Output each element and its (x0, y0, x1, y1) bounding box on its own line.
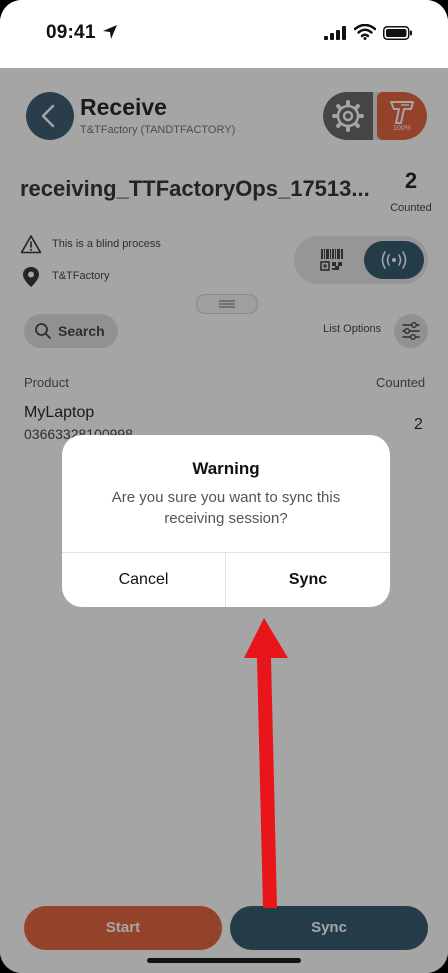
status-bar: 09:41 (0, 0, 448, 68)
wifi-icon (354, 24, 376, 40)
dialog-cancel-button[interactable]: Cancel (62, 553, 225, 607)
annotation-arrow-icon (244, 618, 288, 908)
home-indicator (147, 958, 301, 963)
location-arrow-icon (103, 25, 117, 39)
warning-dialog: Warning Are you sure you want to sync th… (62, 435, 390, 607)
battery-icon (383, 26, 412, 40)
cellular-signal-icon (324, 26, 346, 40)
dialog-sync-button[interactable]: Sync (226, 553, 390, 607)
status-time: 09:41 (46, 22, 96, 43)
phone-frame: 09:41 Receive T&TFactory (TANDTFACTORY) … (0, 0, 448, 973)
dialog-message: Are you sure you want to sync this recei… (111, 489, 341, 527)
dialog-title: Warning (192, 459, 260, 478)
